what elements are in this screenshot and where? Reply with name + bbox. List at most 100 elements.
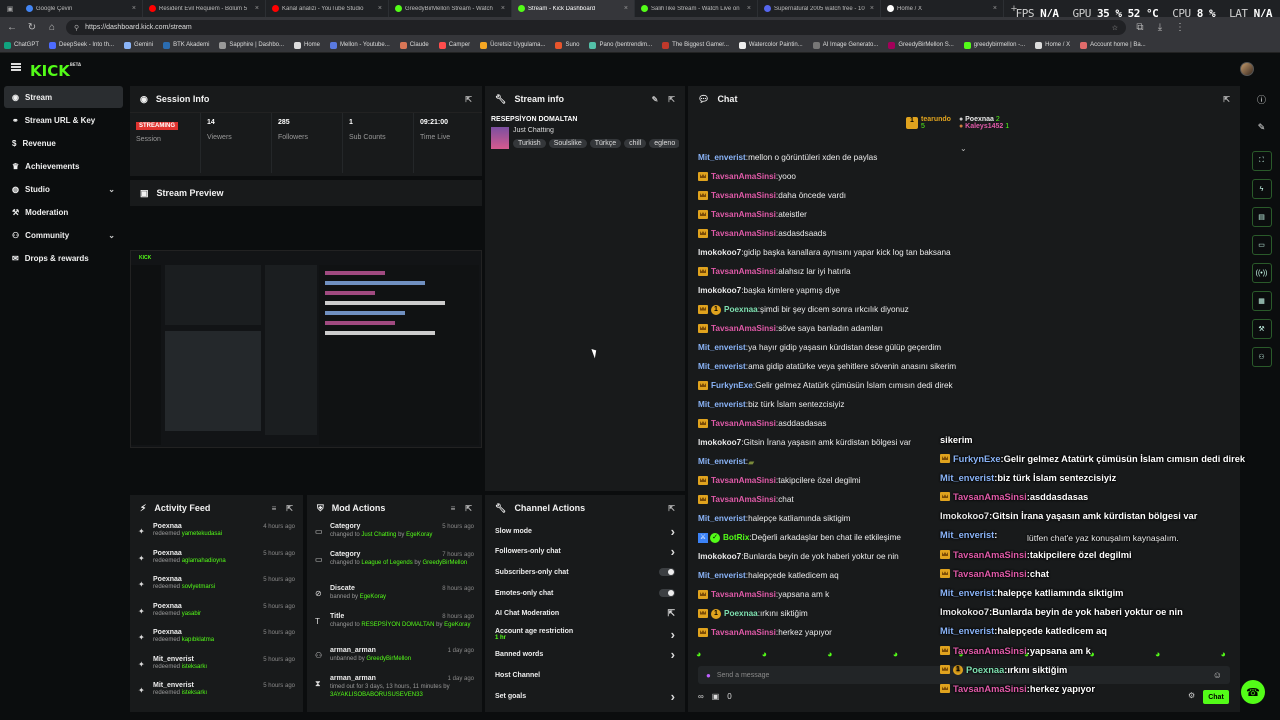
chat-username[interactable]: Mit_enverist [698,400,746,409]
site-info-icon[interactable]: ⚲ [74,24,79,32]
popout-icon[interactable]: ⇱ [668,504,675,513]
chat-username[interactable]: TavsanAmaSinsi [711,628,776,637]
tab-close-icon[interactable]: × [132,5,136,12]
stream-tag[interactable]: Turkish [513,139,546,148]
chat-username[interactable]: Imokokoo7 [698,248,741,257]
mod-action-highlight[interactable]: League of Legends [361,560,412,566]
hamburger-menu-icon[interactable] [11,63,21,71]
vault-icon[interactable]: ▣ [712,692,720,701]
chat-username[interactable]: TavsanAmaSinsi [711,229,776,238]
channel-action-slow-mode[interactable]: Slow mode › [485,521,685,542]
video-player[interactable]: KICK [130,250,482,448]
users-icon[interactable]: ⚇ [1251,347,1272,367]
extensions-icon[interactable]: ⧉ [1134,22,1146,33]
kick-logo[interactable]: KICKBETA [30,62,81,80]
browser-tab[interactable]: SalihTike Stream - Watch Live on × [635,0,758,17]
chat-username[interactable]: TavsanAmaSinsi [711,172,776,181]
mod-action-actor[interactable]: EgeKoray [444,622,470,628]
channel-action-emotes-only-chat[interactable]: Emotes-only chat [485,583,685,604]
tab-close-icon[interactable]: × [747,5,751,12]
tab-search-icon[interactable]: ▣ [0,0,20,17]
bolt-icon[interactable]: ϟ [1251,179,1272,199]
bookmark-item[interactable]: Pano (bentrendim... [589,41,652,49]
bookmark-item[interactable]: Claude [399,41,429,49]
stream-tag[interactable]: Soulslike [548,139,587,148]
bookmark-item[interactable]: GreedyBirMellon S... [888,41,954,49]
external-link-icon[interactable]: ⇱ [667,608,675,619]
chat-username[interactable]: BotRix [723,533,749,542]
sidebar-item-moderation[interactable]: ⚒ Moderation [4,201,123,223]
mod-action-highlight[interactable]: 3AYAKLISOBABORUSUSEVEN33 [330,692,423,698]
tab-close-icon[interactable]: × [378,5,382,12]
mod-action-highlight[interactable]: RESEPSİYON DOMALTAN [361,622,434,628]
bookmark-item[interactable]: AI Image Generato... [812,41,878,49]
bookmark-item[interactable]: BTK Akademi [163,41,209,49]
channel-action-set-goals[interactable]: Set goals › [485,686,685,707]
channel-action-ai-chat-moderation[interactable]: AI Chat Moderation ⇱ [485,603,685,624]
info-icon[interactable]: ⓘ [1252,89,1272,109]
bookmark-item[interactable]: Watercolor Paintin... [738,41,803,49]
send-chat-button[interactable]: Chat [1203,690,1229,704]
bookmark-item[interactable]: Suno [555,41,579,49]
user-avatar[interactable] [1240,62,1254,76]
mod-action-actor[interactable]: GreedyBirMellon [422,560,467,566]
emoji-icon[interactable]: ☺ [1213,670,1222,680]
bookmark-item[interactable]: Sapphire | Dashbo... [219,41,284,49]
sidebar-item-stream-url-key[interactable]: ⚭ Stream URL & Key [4,109,123,131]
edit-pencil-icon[interactable]: ✎ [652,95,659,104]
gifter-name[interactable]: Kaleys1452 [965,123,1003,130]
sidebar-item-drops-rewards[interactable]: ✉ Drops & rewards [4,247,123,269]
chat-username[interactable]: TavsanAmaSinsi [711,191,776,200]
bookmark-star-icon[interactable]: ☆ [1112,24,1118,32]
chevron-right-icon[interactable]: › [671,647,675,662]
chat-username[interactable]: Mit_enverist [698,514,746,523]
browser-tab[interactable]: Resident Evil Requiem - Bölüm 5 × [143,0,266,17]
chat-icon[interactable]: ▭ [1251,235,1272,255]
stream-tag[interactable]: Türkçe [589,139,622,148]
browser-tab[interactable]: Home / X × [881,0,1004,17]
bookmark-item[interactable]: Mellon - Youtube... [330,41,390,49]
sidebar-item-community[interactable]: ⚇ Community ⌄ [4,224,123,246]
gifter-name[interactable]: tearundo [921,116,951,123]
browser-tab[interactable]: GreedyBirMellon Stream - Watch × [389,0,512,17]
channel-action-host-channel[interactable]: Host Channel [485,665,685,686]
browser-tab[interactable]: Kanal analizi - YouTube Studio × [266,0,389,17]
chevron-right-icon[interactable]: › [671,627,675,642]
popout-icon[interactable]: ⇱ [286,504,293,513]
browser-tab[interactable]: Google Çeviri × [20,0,143,17]
chevron-right-icon[interactable]: › [671,689,675,704]
chat-username[interactable]: Poexnaa [724,609,758,618]
mod-action-highlight[interactable]: GreedyBirMellon [366,656,411,662]
chat-username[interactable]: TavsanAmaSinsi [711,590,776,599]
bookmark-item[interactable]: DeepSeek - Into th... [49,41,114,49]
chat-username[interactable]: TavsanAmaSinsi [711,419,776,428]
fullscreen-icon[interactable]: ⛶ [1251,151,1272,171]
tab-close-icon[interactable]: × [501,5,505,12]
clipboard-icon[interactable]: ▤ [1251,207,1272,227]
stream-tag[interactable]: egleno [649,139,679,148]
filter-icon[interactable]: ≡ [272,504,277,513]
tab-close-icon[interactable]: × [993,5,997,12]
tab-close-icon[interactable]: × [870,5,874,12]
back-icon[interactable]: ← [6,22,18,33]
storefront-icon[interactable]: ▦ [1251,291,1272,311]
bookmark-item[interactable]: The Biggest Gamer... [662,41,729,49]
chevron-right-icon[interactable]: › [671,524,675,539]
chat-username[interactable]: TavsanAmaSinsi [711,324,776,333]
chat-username[interactable]: Mit_enverist [698,571,746,580]
popout-icon[interactable]: ⇱ [465,504,472,513]
mod-action-highlight[interactable]: Just Chatting [361,532,396,538]
chat-username[interactable]: TavsanAmaSinsi [711,267,776,276]
bookmark-item[interactable]: Home [294,41,320,49]
sidebar-item-stream[interactable]: ◉ Stream [4,86,123,108]
chat-username[interactable]: Imokokoo7 [698,552,741,561]
tab-close-icon[interactable]: × [255,5,259,12]
chat-username[interactable]: Mit_enverist [698,457,746,466]
toggle-switch[interactable] [659,589,675,598]
wrench-icon[interactable]: ⚒ [1251,319,1272,339]
popout-icon[interactable]: ⇱ [465,95,472,104]
chevron-down-icon[interactable]: ⌄ [108,231,115,240]
download-icon[interactable]: ⤓ [1154,22,1166,33]
mod-action-highlight[interactable]: EgeKoray [360,594,386,600]
chat-username[interactable]: TavsanAmaSinsi [711,495,776,504]
